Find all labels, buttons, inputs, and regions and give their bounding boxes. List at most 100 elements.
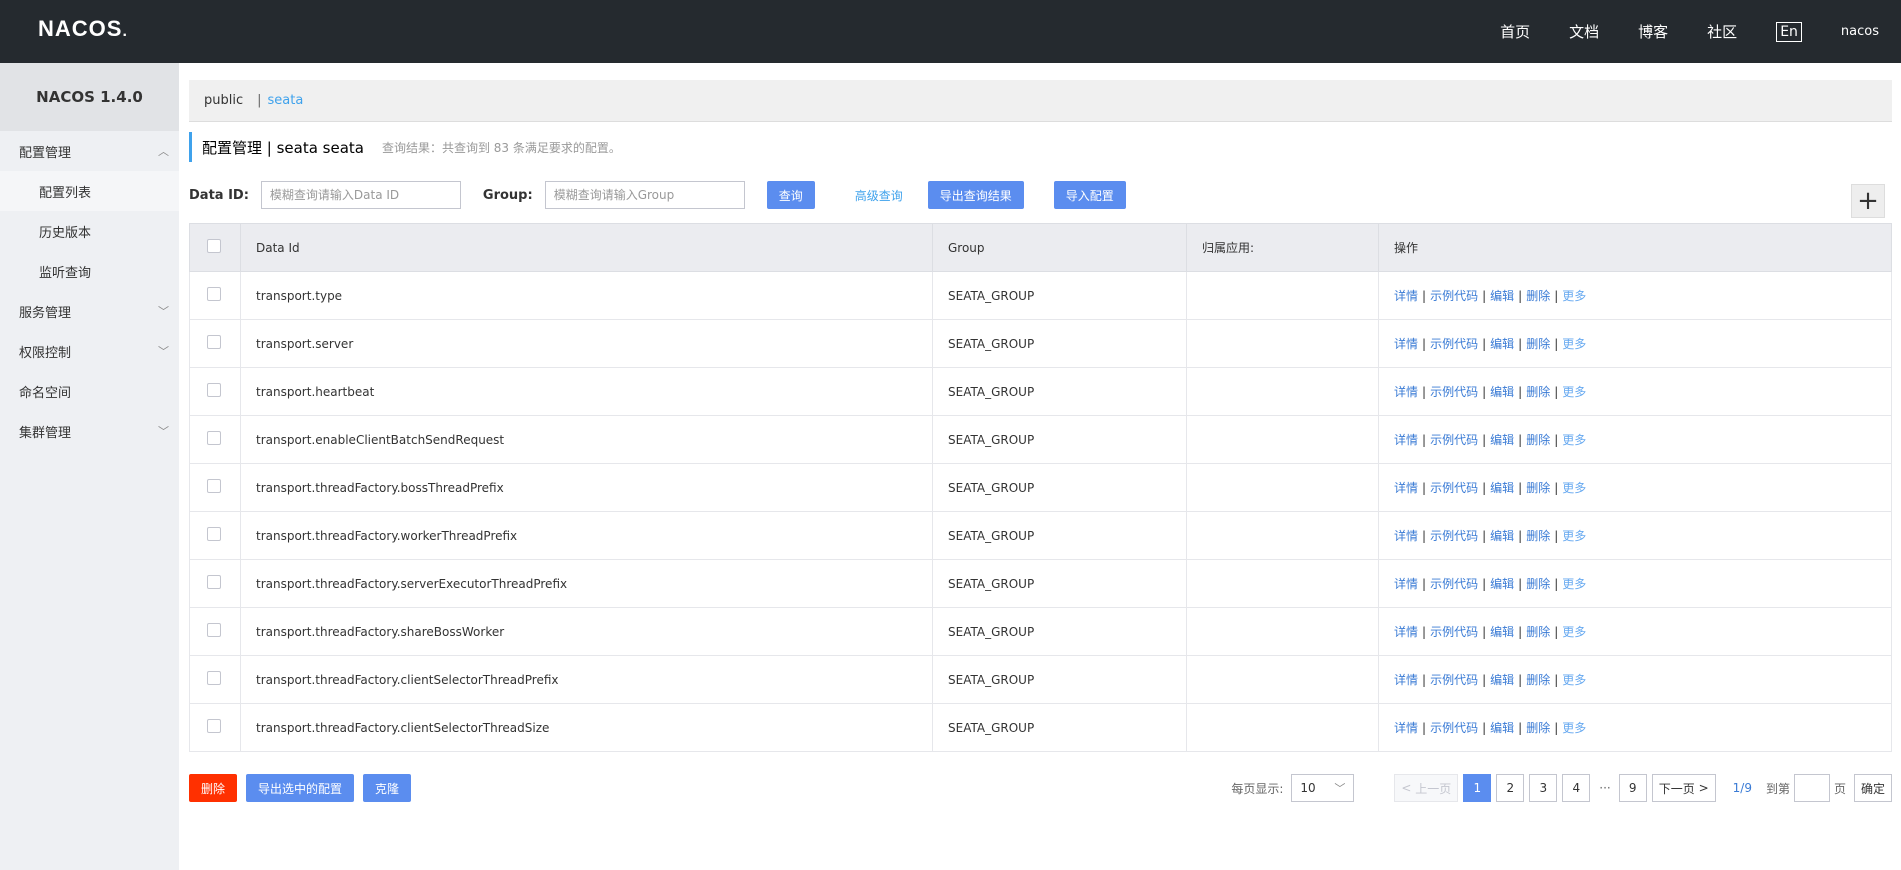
- delete-link[interactable]: 删除: [1526, 289, 1550, 303]
- delete-link[interactable]: 删除: [1526, 673, 1550, 687]
- more-link[interactable]: 更多: [1562, 289, 1586, 303]
- edit-link[interactable]: 编辑: [1490, 529, 1514, 543]
- row-checkbox[interactable]: [207, 527, 221, 541]
- sidebar-group-service[interactable]: 服务管理 ﹀: [0, 291, 179, 331]
- edit-link[interactable]: 编辑: [1490, 577, 1514, 591]
- import-config-button[interactable]: 导入配置: [1053, 181, 1126, 209]
- edit-link[interactable]: 编辑: [1490, 625, 1514, 639]
- sidebar-group-auth[interactable]: 权限控制 ﹀: [0, 331, 179, 371]
- detail-link[interactable]: 详情: [1394, 337, 1418, 351]
- row-checkbox[interactable]: [207, 719, 221, 733]
- nav-community[interactable]: 社区: [1707, 21, 1737, 42]
- row-checkbox[interactable]: [207, 479, 221, 493]
- data-id-input[interactable]: [260, 181, 461, 209]
- edit-link[interactable]: 编辑: [1490, 433, 1514, 447]
- nacos-logo[interactable]: NACOS.: [38, 16, 128, 42]
- prev-page-button[interactable]: < 上一页: [1394, 774, 1459, 802]
- edit-link[interactable]: 编辑: [1490, 337, 1514, 351]
- delete-link[interactable]: 删除: [1526, 433, 1550, 447]
- detail-link[interactable]: 详情: [1394, 721, 1418, 735]
- sample-code-link[interactable]: 示例代码: [1430, 337, 1478, 351]
- more-link[interactable]: 更多: [1562, 721, 1586, 735]
- user-name[interactable]: nacos: [1841, 24, 1879, 39]
- page-button-2[interactable]: 2: [1496, 774, 1525, 802]
- detail-link[interactable]: 详情: [1394, 529, 1418, 543]
- edit-link[interactable]: 编辑: [1490, 385, 1514, 399]
- more-link[interactable]: 更多: [1562, 337, 1586, 351]
- sample-code-link[interactable]: 示例代码: [1430, 289, 1478, 303]
- add-config-button[interactable]: +: [1851, 184, 1885, 218]
- delete-link[interactable]: 删除: [1526, 625, 1550, 639]
- sample-code-link[interactable]: 示例代码: [1430, 673, 1478, 687]
- more-link[interactable]: 更多: [1562, 625, 1586, 639]
- delete-link[interactable]: 删除: [1526, 577, 1550, 591]
- row-checkbox[interactable]: [207, 431, 221, 445]
- edit-link[interactable]: 编辑: [1490, 481, 1514, 495]
- select-all-checkbox[interactable]: [207, 239, 221, 253]
- nav-blog[interactable]: 博客: [1638, 21, 1668, 42]
- detail-link[interactable]: 详情: [1394, 673, 1418, 687]
- sample-code-link[interactable]: 示例代码: [1430, 577, 1478, 591]
- sample-code-link[interactable]: 示例代码: [1430, 481, 1478, 495]
- detail-link[interactable]: 详情: [1394, 289, 1418, 303]
- export-selected-button[interactable]: 导出选中的配置: [246, 774, 355, 802]
- delete-link[interactable]: 删除: [1526, 481, 1550, 495]
- more-link[interactable]: 更多: [1562, 433, 1586, 447]
- sample-code-link[interactable]: 示例代码: [1430, 721, 1478, 735]
- detail-link[interactable]: 详情: [1394, 433, 1418, 447]
- sidebar-item-history[interactable]: 历史版本: [0, 211, 179, 251]
- advanced-query-link[interactable]: 高级查询: [855, 187, 903, 204]
- export-query-button[interactable]: 导出查询结果: [927, 181, 1024, 209]
- row-checkbox[interactable]: [207, 575, 221, 589]
- page-button-9[interactable]: 9: [1618, 774, 1647, 802]
- language-toggle[interactable]: En: [1776, 21, 1802, 42]
- more-link[interactable]: 更多: [1562, 577, 1586, 591]
- delete-link[interactable]: 删除: [1526, 337, 1550, 351]
- nav-home[interactable]: 首页: [1500, 21, 1530, 42]
- jump-page-input[interactable]: [1793, 774, 1830, 802]
- edit-link[interactable]: 编辑: [1490, 673, 1514, 687]
- sample-code-link[interactable]: 示例代码: [1430, 385, 1478, 399]
- detail-link[interactable]: 详情: [1394, 625, 1418, 639]
- sample-code-link[interactable]: 示例代码: [1430, 433, 1478, 447]
- more-link[interactable]: 更多: [1562, 481, 1586, 495]
- sample-code-link[interactable]: 示例代码: [1430, 625, 1478, 639]
- query-button[interactable]: 查询: [766, 181, 815, 209]
- more-link[interactable]: 更多: [1562, 673, 1586, 687]
- delete-selected-button[interactable]: 删除: [189, 774, 238, 802]
- page-button-1[interactable]: 1: [1463, 774, 1492, 802]
- group-input[interactable]: [544, 181, 745, 209]
- detail-link[interactable]: 详情: [1394, 577, 1418, 591]
- edit-link[interactable]: 编辑: [1490, 721, 1514, 735]
- sidebar-item-config-list[interactable]: 配置列表: [0, 171, 179, 211]
- header-group[interactable]: Group: [932, 223, 1187, 272]
- row-checkbox[interactable]: [207, 383, 221, 397]
- sidebar-item-namespace[interactable]: 命名空间: [0, 371, 179, 411]
- header-data-id[interactable]: Data Id: [240, 223, 933, 272]
- delete-link[interactable]: 删除: [1526, 721, 1550, 735]
- sidebar-item-listener[interactable]: 监听查询: [0, 251, 179, 291]
- sidebar-group-cluster[interactable]: 集群管理 ﹀: [0, 411, 179, 451]
- page-button-3[interactable]: 3: [1529, 774, 1558, 802]
- row-checkbox[interactable]: [207, 287, 221, 301]
- namespace-seata[interactable]: seata: [268, 93, 304, 108]
- more-link[interactable]: 更多: [1562, 529, 1586, 543]
- detail-link[interactable]: 详情: [1394, 481, 1418, 495]
- row-checkbox[interactable]: [207, 335, 221, 349]
- namespace-public[interactable]: public: [204, 93, 243, 108]
- header-app[interactable]: 归属应用:: [1186, 223, 1379, 272]
- delete-link[interactable]: 删除: [1526, 385, 1550, 399]
- sidebar-group-config[interactable]: 配置管理 ︿: [0, 131, 179, 171]
- sample-code-link[interactable]: 示例代码: [1430, 529, 1478, 543]
- per-page-select[interactable]: 10 ﹀: [1291, 774, 1355, 802]
- nav-docs[interactable]: 文档: [1569, 21, 1599, 42]
- row-checkbox[interactable]: [207, 671, 221, 685]
- delete-link[interactable]: 删除: [1526, 529, 1550, 543]
- edit-link[interactable]: 编辑: [1490, 289, 1514, 303]
- page-button-4[interactable]: 4: [1562, 774, 1591, 802]
- row-checkbox[interactable]: [207, 623, 221, 637]
- detail-link[interactable]: 详情: [1394, 385, 1418, 399]
- confirm-jump-button[interactable]: 确定: [1853, 774, 1892, 802]
- next-page-button[interactable]: 下一页 >: [1651, 774, 1716, 802]
- more-link[interactable]: 更多: [1562, 385, 1586, 399]
